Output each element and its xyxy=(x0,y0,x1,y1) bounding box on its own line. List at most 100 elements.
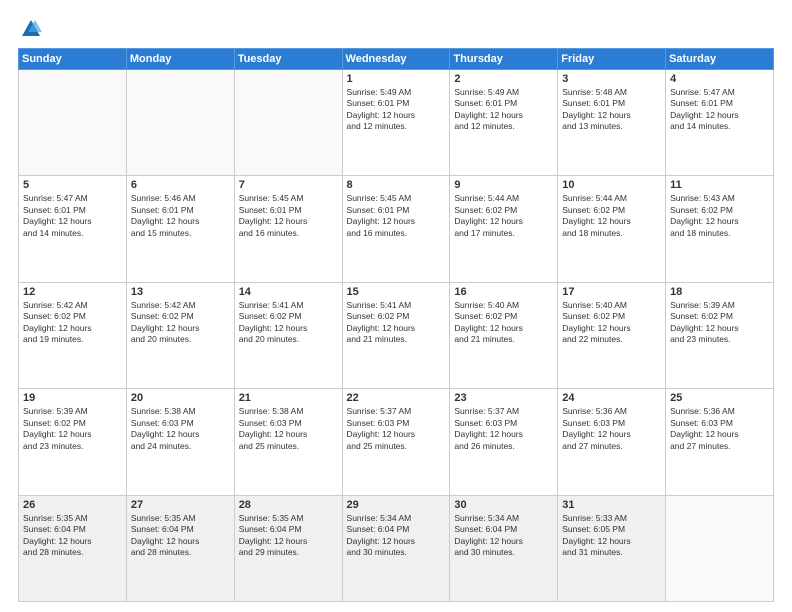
calendar-cell: 8 Sunrise: 5:45 AM Sunset: 6:01 PM Daylig… xyxy=(342,176,450,282)
calendar-cell: 15 Sunrise: 5:41 AM Sunset: 6:02 PM Dayli… xyxy=(342,282,450,388)
day-info: Sunrise: 5:45 AM Sunset: 6:01 PM Dayligh… xyxy=(347,193,446,239)
day-info: Sunrise: 5:47 AM Sunset: 6:01 PM Dayligh… xyxy=(23,193,122,239)
calendar-week-4: 19 Sunrise: 5:39 AM Sunset: 6:02 PM Dayli… xyxy=(19,389,774,495)
day-info: Sunrise: 5:39 AM Sunset: 6:02 PM Dayligh… xyxy=(670,300,769,346)
day-info: Sunrise: 5:41 AM Sunset: 6:02 PM Dayligh… xyxy=(239,300,338,346)
calendar-cell xyxy=(666,495,774,601)
calendar-cell: 22 Sunrise: 5:37 AM Sunset: 6:03 PM Dayli… xyxy=(342,389,450,495)
calendar-cell: 11 Sunrise: 5:43 AM Sunset: 6:02 PM Dayli… xyxy=(666,176,774,282)
day-number: 25 xyxy=(670,392,769,404)
calendar-cell: 18 Sunrise: 5:39 AM Sunset: 6:02 PM Dayli… xyxy=(666,282,774,388)
day-number: 30 xyxy=(454,499,553,511)
calendar-week-3: 12 Sunrise: 5:42 AM Sunset: 6:02 PM Dayli… xyxy=(19,282,774,388)
day-info: Sunrise: 5:40 AM Sunset: 6:02 PM Dayligh… xyxy=(454,300,553,346)
calendar-cell: 9 Sunrise: 5:44 AM Sunset: 6:02 PM Daylig… xyxy=(450,176,558,282)
calendar-cell xyxy=(126,70,234,176)
calendar-cell: 14Sunrise: 5:41 AM Sunset: 6:02 PM Dayli… xyxy=(234,282,342,388)
day-info: Sunrise: 5:39 AM Sunset: 6:02 PM Dayligh… xyxy=(23,406,122,452)
day-number: 28 xyxy=(239,499,338,511)
calendar-header-row: SundayMondayTuesdayWednesdayThursdayFrid… xyxy=(19,49,774,70)
day-info: Sunrise: 5:49 AM Sunset: 6:01 PM Dayligh… xyxy=(454,87,553,133)
day-info: Sunrise: 5:34 AM Sunset: 6:04 PM Dayligh… xyxy=(347,513,446,559)
calendar-cell: 21 Sunrise: 5:38 AM Sunset: 6:03 PM Dayli… xyxy=(234,389,342,495)
calendar-cell: 24Sunrise: 5:36 AM Sunset: 6:03 PM Dayli… xyxy=(558,389,666,495)
day-number: 21 xyxy=(239,392,338,404)
logo xyxy=(18,18,42,40)
calendar-week-5: 26 Sunrise: 5:35 AM Sunset: 6:04 PM Dayli… xyxy=(19,495,774,601)
calendar-cell: 25 Sunrise: 5:36 AM Sunset: 6:03 PM Dayli… xyxy=(666,389,774,495)
calendar-cell xyxy=(234,70,342,176)
day-number: 2 xyxy=(454,73,553,85)
day-number: 10 xyxy=(562,179,661,191)
calendar-cell: 23 Sunrise: 5:37 AM Sunset: 6:03 PM Dayli… xyxy=(450,389,558,495)
calendar-cell: 28 Sunrise: 5:35 AM Sunset: 6:04 PM Dayli… xyxy=(234,495,342,601)
calendar-cell: 31Sunrise: 5:33 AM Sunset: 6:05 PM Dayli… xyxy=(558,495,666,601)
calendar-cell: 6Sunrise: 5:46 AM Sunset: 6:01 PM Daylig… xyxy=(126,176,234,282)
weekday-header-saturday: Saturday xyxy=(666,49,774,70)
day-number: 23 xyxy=(454,392,553,404)
weekday-header-tuesday: Tuesday xyxy=(234,49,342,70)
day-info: Sunrise: 5:44 AM Sunset: 6:02 PM Dayligh… xyxy=(562,193,661,239)
day-number: 7 xyxy=(239,179,338,191)
day-number: 29 xyxy=(347,499,446,511)
day-info: Sunrise: 5:49 AM Sunset: 6:01 PM Dayligh… xyxy=(347,87,446,133)
day-info: Sunrise: 5:33 AM Sunset: 6:05 PM Dayligh… xyxy=(562,513,661,559)
day-info: Sunrise: 5:36 AM Sunset: 6:03 PM Dayligh… xyxy=(562,406,661,452)
day-number: 4 xyxy=(670,73,769,85)
day-info: Sunrise: 5:42 AM Sunset: 6:02 PM Dayligh… xyxy=(131,300,230,346)
header xyxy=(18,18,774,40)
calendar-cell: 26 Sunrise: 5:35 AM Sunset: 6:04 PM Dayli… xyxy=(19,495,127,601)
calendar-week-2: 5 Sunrise: 5:47 AM Sunset: 6:01 PM Daylig… xyxy=(19,176,774,282)
weekday-header-monday: Monday xyxy=(126,49,234,70)
day-number: 15 xyxy=(347,286,446,298)
calendar-cell: 27 Sunrise: 5:35 AM Sunset: 6:04 PM Dayli… xyxy=(126,495,234,601)
calendar-cell: 20Sunrise: 5:38 AM Sunset: 6:03 PM Dayli… xyxy=(126,389,234,495)
day-info: Sunrise: 5:37 AM Sunset: 6:03 PM Dayligh… xyxy=(454,406,553,452)
calendar-cell: 13 Sunrise: 5:42 AM Sunset: 6:02 PM Dayli… xyxy=(126,282,234,388)
day-number: 27 xyxy=(131,499,230,511)
day-number: 12 xyxy=(23,286,122,298)
calendar-cell: 29 Sunrise: 5:34 AM Sunset: 6:04 PM Dayli… xyxy=(342,495,450,601)
calendar-cell: 30 Sunrise: 5:34 AM Sunset: 6:04 PM Dayli… xyxy=(450,495,558,601)
day-info: Sunrise: 5:42 AM Sunset: 6:02 PM Dayligh… xyxy=(23,300,122,346)
day-number: 19 xyxy=(23,392,122,404)
day-info: Sunrise: 5:35 AM Sunset: 6:04 PM Dayligh… xyxy=(23,513,122,559)
day-info: Sunrise: 5:43 AM Sunset: 6:02 PM Dayligh… xyxy=(670,193,769,239)
day-info: Sunrise: 5:34 AM Sunset: 6:04 PM Dayligh… xyxy=(454,513,553,559)
calendar-cell xyxy=(19,70,127,176)
calendar-cell: 5 Sunrise: 5:47 AM Sunset: 6:01 PM Daylig… xyxy=(19,176,127,282)
day-info: Sunrise: 5:38 AM Sunset: 6:03 PM Dayligh… xyxy=(131,406,230,452)
day-number: 9 xyxy=(454,179,553,191)
day-info: Sunrise: 5:45 AM Sunset: 6:01 PM Dayligh… xyxy=(239,193,338,239)
day-number: 26 xyxy=(23,499,122,511)
calendar-cell: 3 Sunrise: 5:48 AM Sunset: 6:01 PM Daylig… xyxy=(558,70,666,176)
day-info: Sunrise: 5:37 AM Sunset: 6:03 PM Dayligh… xyxy=(347,406,446,452)
day-number: 5 xyxy=(23,179,122,191)
weekday-header-wednesday: Wednesday xyxy=(342,49,450,70)
day-number: 18 xyxy=(670,286,769,298)
day-number: 22 xyxy=(347,392,446,404)
day-number: 8 xyxy=(347,179,446,191)
day-number: 3 xyxy=(562,73,661,85)
day-info: Sunrise: 5:46 AM Sunset: 6:01 PM Dayligh… xyxy=(131,193,230,239)
day-info: Sunrise: 5:36 AM Sunset: 6:03 PM Dayligh… xyxy=(670,406,769,452)
calendar-cell: 10 Sunrise: 5:44 AM Sunset: 6:02 PM Dayli… xyxy=(558,176,666,282)
calendar-cell: 7 Sunrise: 5:45 AM Sunset: 6:01 PM Daylig… xyxy=(234,176,342,282)
day-number: 13 xyxy=(131,286,230,298)
day-info: Sunrise: 5:40 AM Sunset: 6:02 PM Dayligh… xyxy=(562,300,661,346)
calendar-cell: 2 Sunrise: 5:49 AM Sunset: 6:01 PM Daylig… xyxy=(450,70,558,176)
day-number: 16 xyxy=(454,286,553,298)
calendar-cell: 16 Sunrise: 5:40 AM Sunset: 6:02 PM Dayli… xyxy=(450,282,558,388)
day-number: 11 xyxy=(670,179,769,191)
day-info: Sunrise: 5:35 AM Sunset: 6:04 PM Dayligh… xyxy=(239,513,338,559)
page: SundayMondayTuesdayWednesdayThursdayFrid… xyxy=(0,0,792,612)
day-info: Sunrise: 5:41 AM Sunset: 6:02 PM Dayligh… xyxy=(347,300,446,346)
day-number: 17 xyxy=(562,286,661,298)
calendar-cell: 4Sunrise: 5:47 AM Sunset: 6:01 PM Daylig… xyxy=(666,70,774,176)
day-info: Sunrise: 5:48 AM Sunset: 6:01 PM Dayligh… xyxy=(562,87,661,133)
day-info: Sunrise: 5:35 AM Sunset: 6:04 PM Dayligh… xyxy=(131,513,230,559)
calendar-body: 1Sunrise: 5:49 AM Sunset: 6:01 PM Daylig… xyxy=(19,70,774,602)
day-info: Sunrise: 5:44 AM Sunset: 6:02 PM Dayligh… xyxy=(454,193,553,239)
day-info: Sunrise: 5:38 AM Sunset: 6:03 PM Dayligh… xyxy=(239,406,338,452)
weekday-header-friday: Friday xyxy=(558,49,666,70)
